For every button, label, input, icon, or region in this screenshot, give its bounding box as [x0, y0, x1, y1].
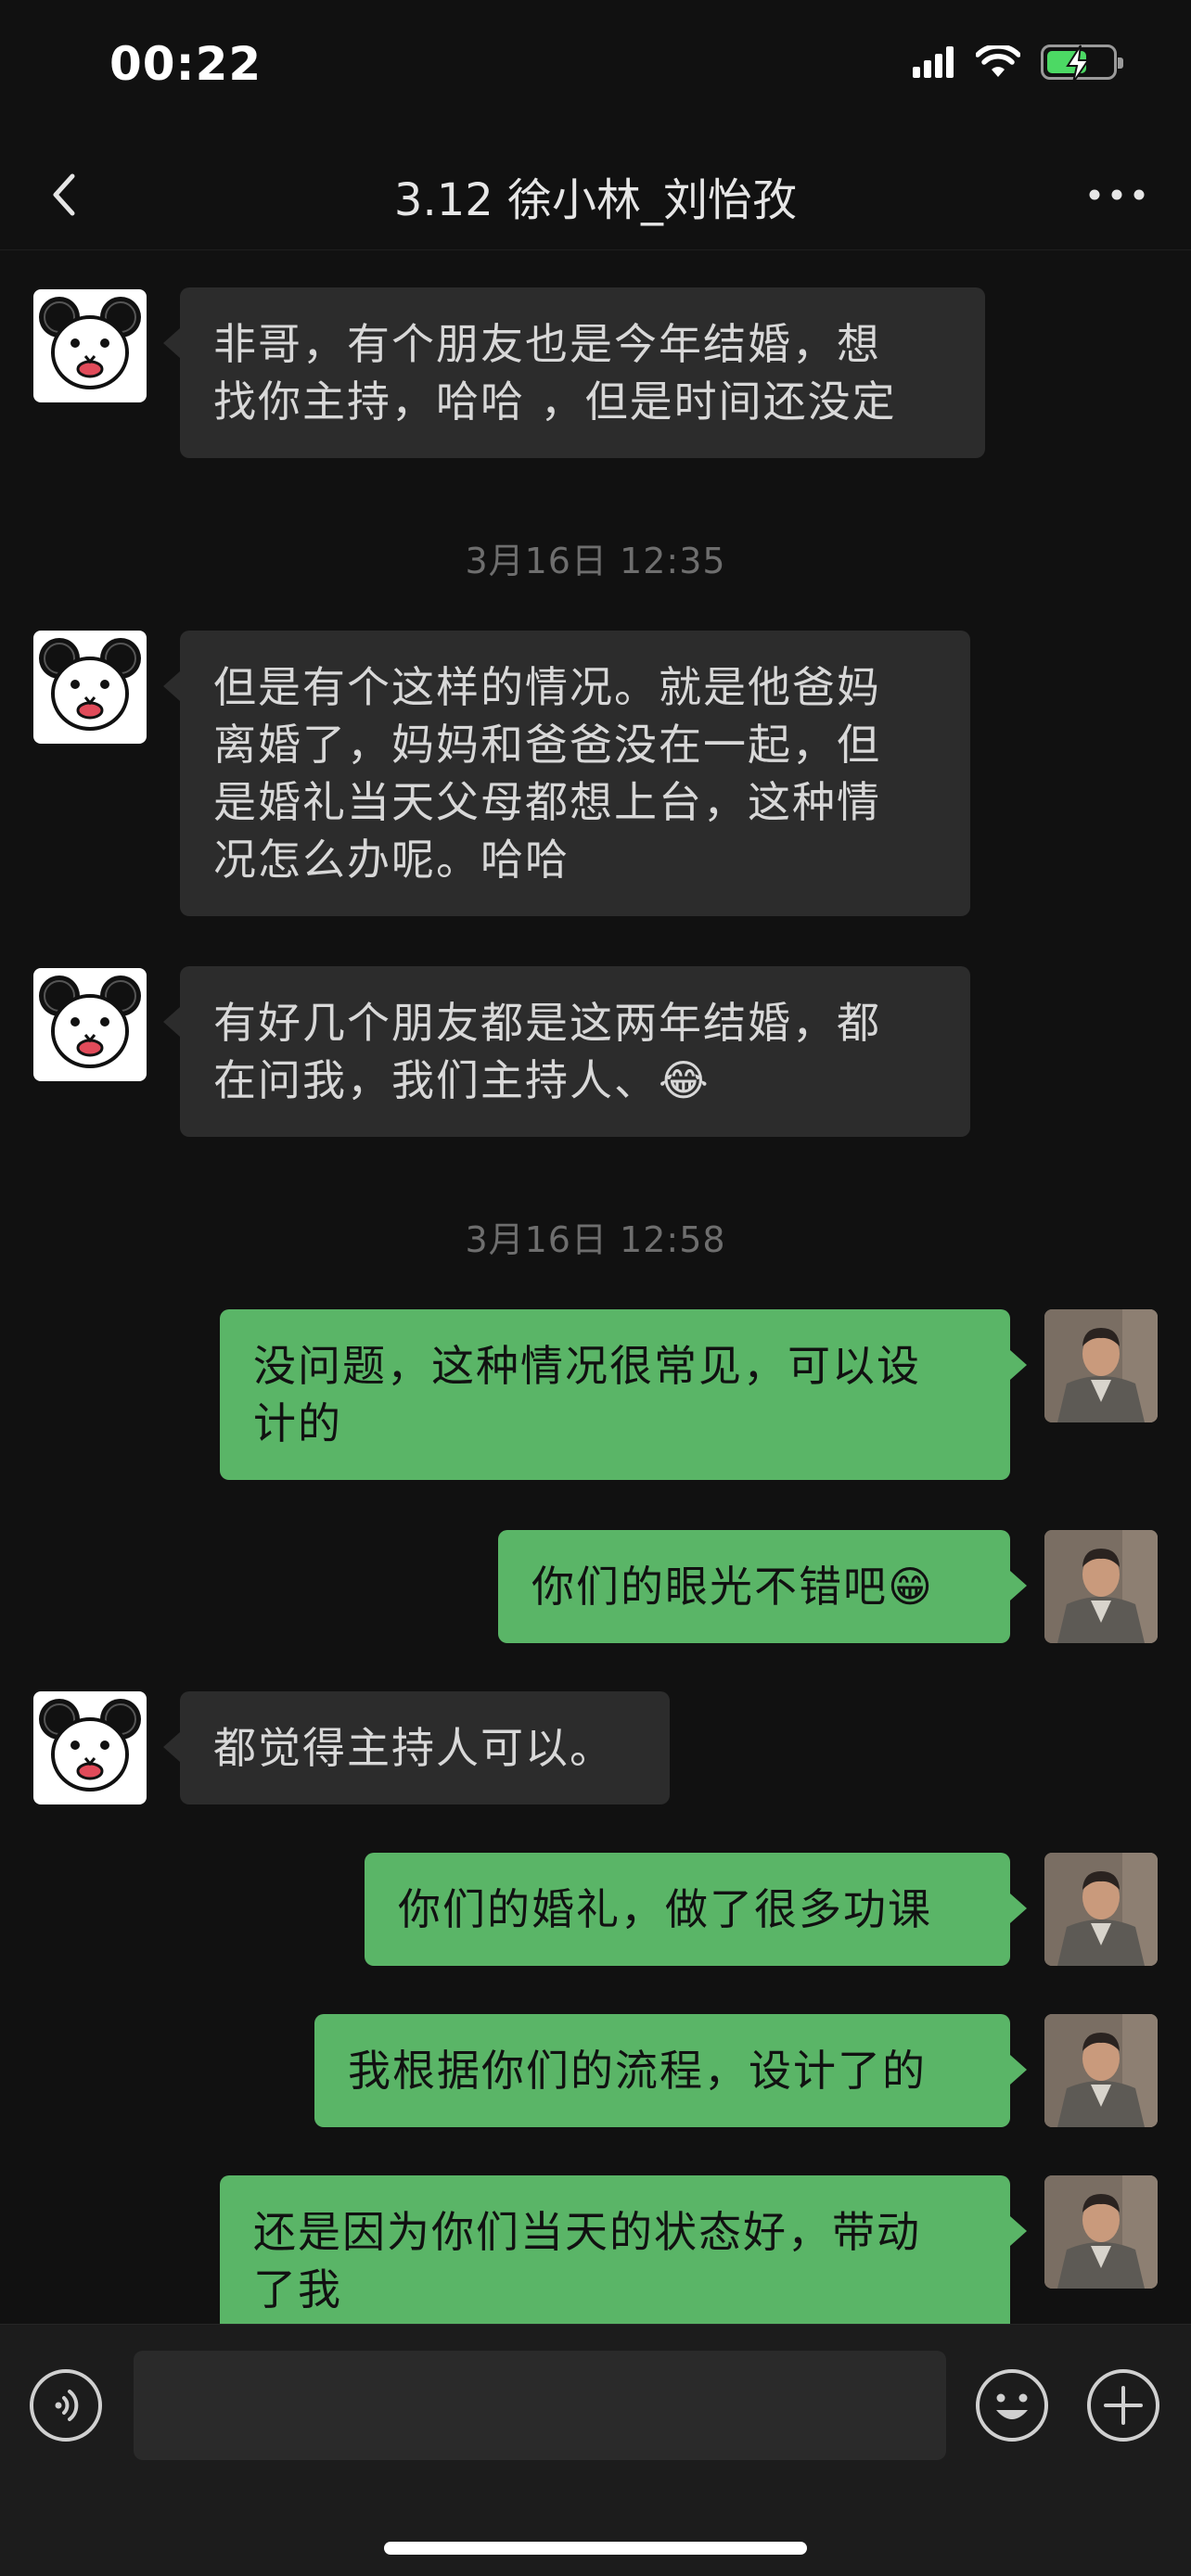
more-options-button[interactable] [1080, 165, 1154, 224]
wifi-icon [976, 45, 1020, 77]
man-in-suit-avatar [1044, 1853, 1158, 1966]
message-bubble-incoming[interactable]: 非哥，有个朋友也是今年结婚，想 找你主持，哈哈 ，但是时间还没定 [163, 287, 985, 458]
plus-circle-icon [1087, 2369, 1159, 2442]
message-bubble-outgoing[interactable]: 我根据你们的流程，设计了的 [314, 2014, 1027, 2127]
message-text: 有好几个朋友都是这两年结婚，都 在问我，我们主持人、 [213, 998, 881, 1105]
man-in-suit-avatar [1044, 1309, 1158, 1422]
contact-avatar[interactable] [33, 1691, 147, 1804]
message-timestamp: 3月16日 12:58 [465, 1219, 726, 1260]
chat-input-bar [0, 2324, 1191, 2576]
home-indicator[interactable] [384, 2542, 807, 2555]
message-text: 你们的眼光不错吧 [531, 1562, 888, 1612]
voice-input-button[interactable] [28, 2367, 104, 2443]
laughing-tears-emoji: 😂 [659, 1055, 711, 1105]
battery-charging-icon [1041, 45, 1123, 83]
man-in-suit-avatar [1044, 2175, 1158, 2289]
my-avatar[interactable] [1044, 1853, 1158, 1966]
message-text-input[interactable] [134, 2351, 946, 2460]
message-bubble-outgoing[interactable]: 没问题，这种情况很常见，可以设 计的 [220, 1309, 1027, 1480]
chat-title: 3.12 徐小林_刘怡孜 [393, 174, 798, 226]
contact-avatar[interactable] [33, 968, 147, 1081]
message-bubble-outgoing[interactable]: 还是因为你们当天的状态好，带动 了我 [220, 2175, 1027, 2346]
chat-screen: 00:22 3.12 徐小林_刘怡孜 非哥，有个朋友也是今年结婚，想 找你主持，… [0, 0, 1191, 2576]
emoji-smile-icon [976, 2369, 1048, 2442]
cartoon-mouse-avatar [39, 976, 141, 1068]
more-functions-button[interactable] [1085, 2367, 1161, 2443]
chat-header: 3.12 徐小林_刘怡孜 [0, 139, 1191, 250]
message-timestamp: 3月16日 12:35 [465, 541, 726, 581]
grinning-emoji: 😁 [888, 1562, 934, 1612]
voice-input-icon [30, 2369, 102, 2442]
more-dots-icon [1089, 189, 1145, 200]
status-time: 00:22 [109, 37, 263, 91]
message-bubble-outgoing[interactable]: 你们的眼光不错吧😁 [498, 1530, 1027, 1643]
cartoon-mouse-avatar [39, 297, 141, 389]
emoji-button[interactable] [974, 2367, 1050, 2443]
cartoon-mouse-avatar [39, 1699, 141, 1792]
man-in-suit-avatar [1044, 2014, 1158, 2127]
my-avatar[interactable] [1044, 1309, 1158, 1422]
cartoon-mouse-avatar [39, 638, 141, 731]
man-in-suit-avatar [1044, 1530, 1158, 1643]
message-bubble-incoming[interactable]: 但是有个这样的情况。就是他爸妈 离婚了，妈妈和爸爸没在一起，但 是婚礼当天父母都… [163, 631, 970, 916]
my-avatar[interactable] [1044, 2175, 1158, 2289]
my-avatar[interactable] [1044, 1530, 1158, 1643]
message-bubble-outgoing[interactable]: 你们的婚礼，做了很多功课 [365, 1853, 1027, 1966]
message-bubble-incoming[interactable]: 都觉得主持人可以。 [163, 1691, 670, 1804]
my-avatar[interactable] [1044, 2014, 1158, 2127]
contact-avatar[interactable] [33, 289, 147, 402]
status-icons [913, 45, 1123, 83]
message-bubble-incoming[interactable]: 有好几个朋友都是这两年结婚，都 在问我，我们主持人、😂 [163, 966, 970, 1137]
cellular-signal-icon [913, 46, 954, 78]
contact-avatar[interactable] [33, 631, 147, 744]
